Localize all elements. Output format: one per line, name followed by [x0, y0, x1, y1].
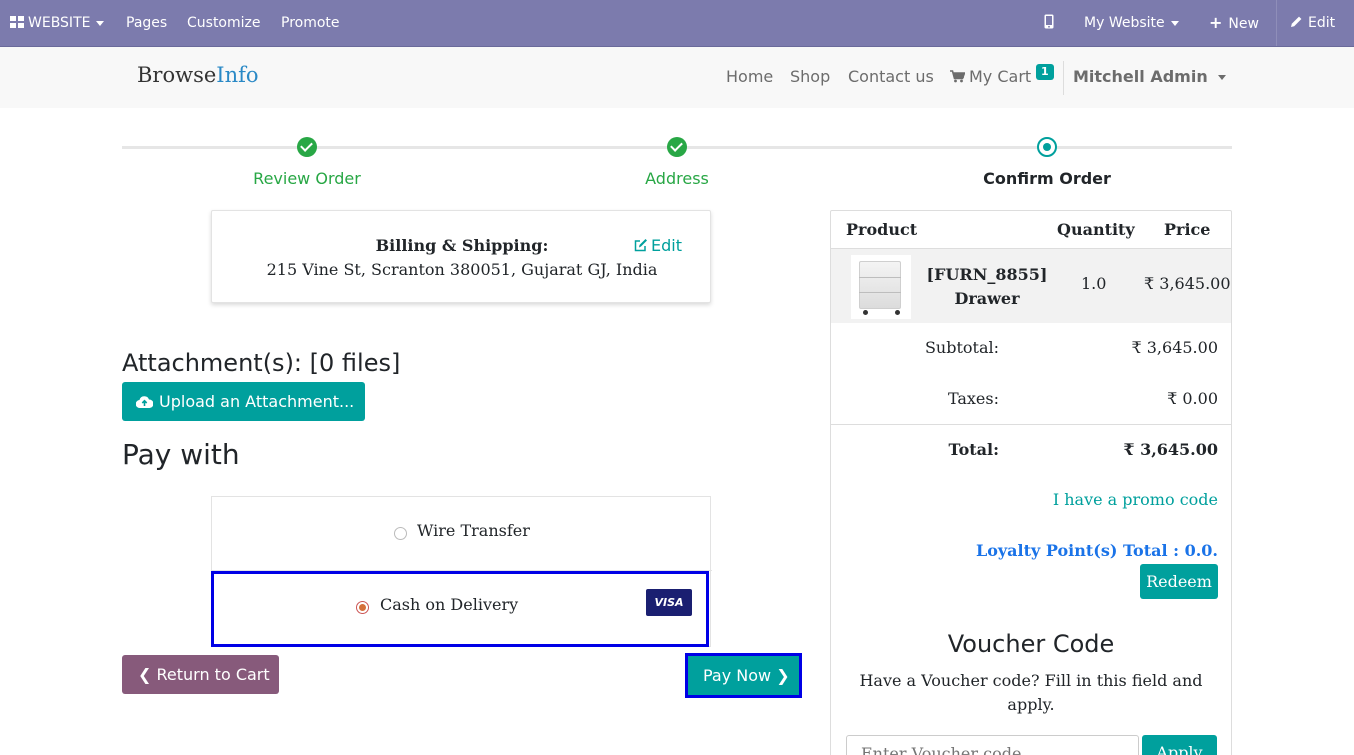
- user-menu[interactable]: Mitchell Admin: [1073, 67, 1226, 86]
- promote-menu[interactable]: Promote: [281, 0, 340, 46]
- return-to-cart-button[interactable]: ❮ Return to Cart: [122, 655, 279, 694]
- wire-transfer-label: Wire Transfer: [417, 521, 530, 540]
- return-to-cart-label: Return to Cart: [156, 665, 270, 684]
- admin-bar: WEBSITE Pages Customize Promote My Websi…: [0, 0, 1354, 46]
- chevron-down-icon: [96, 20, 105, 26]
- product-name[interactable]: [FURN_8855] Drawer: [926, 263, 1048, 311]
- taxes-label: Taxes:: [947, 389, 999, 408]
- billing-shipping-card: Billing & Shipping: Edit 215 Vine St, Sc…: [211, 210, 711, 303]
- loyalty-points-total: Loyalty Point(s) Total : 0.0.: [975, 541, 1218, 560]
- step-review-order[interactable]: Review Order: [207, 169, 407, 188]
- product-quantity: 1.0: [1081, 274, 1107, 293]
- cloud-upload-icon: [136, 396, 153, 408]
- drawer-image-wheel: [863, 310, 868, 315]
- chevron-down-icon: [1170, 20, 1179, 26]
- nav-contact[interactable]: Contact us: [848, 67, 934, 86]
- wire-transfer-radio[interactable]: [394, 527, 407, 540]
- total-label: Total:: [948, 440, 999, 459]
- payment-option-cash-on-delivery[interactable]: Cash on Delivery VISA: [211, 571, 709, 647]
- site-logo[interactable]: BrowseInfo: [137, 63, 259, 87]
- drawer-image-line: [859, 277, 901, 278]
- mobile-preview-button[interactable]: [1044, 0, 1054, 46]
- cart-count-badge: 1: [1036, 64, 1054, 80]
- subtotal-label: Subtotal:: [924, 338, 999, 357]
- order-summary-card: Product Quantity Price [FURN_8855] Drawe…: [830, 210, 1232, 755]
- nav-home[interactable]: Home: [726, 67, 773, 86]
- edit-square-icon: [634, 239, 647, 252]
- new-label: New: [1228, 16, 1259, 32]
- voucher-title: Voucher Code: [947, 630, 1115, 658]
- edit-label: Edit: [1308, 15, 1336, 31]
- step-address[interactable]: Address: [577, 169, 777, 188]
- logo-info: Info: [216, 63, 259, 87]
- website-menu[interactable]: WEBSITE: [10, 0, 105, 46]
- cash-on-delivery-label: Cash on Delivery: [380, 595, 519, 614]
- pages-menu[interactable]: Pages: [126, 0, 167, 46]
- chevron-left-icon: ❮: [138, 665, 152, 684]
- step-confirm-order: Confirm Order: [983, 169, 1111, 188]
- chevron-right-icon: ❯: [776, 666, 790, 685]
- taxes-value: ₹ 0.00: [1167, 389, 1218, 408]
- step-review-check-icon: [297, 137, 317, 157]
- apply-voucher-button[interactable]: Apply: [1142, 735, 1217, 755]
- subtotal-value: ₹ 3,645.00: [1131, 338, 1218, 357]
- nav-cart[interactable]: My Cart: [950, 67, 1031, 86]
- edit-button[interactable]: Edit: [1290, 0, 1335, 46]
- attachments-title: Attachment(s): [0 files]: [122, 349, 401, 377]
- col-header-product: Product: [846, 220, 918, 239]
- payment-options: Wire Transfer Cash on Delivery VISA: [211, 496, 712, 647]
- chevron-down-icon: [1217, 75, 1226, 80]
- user-name: Mitchell Admin: [1073, 67, 1208, 86]
- nav-shop[interactable]: Shop: [790, 67, 830, 86]
- drawer-image-line: [859, 292, 901, 293]
- my-website-label: My Website: [1084, 15, 1165, 31]
- step-confirm-dot-icon: [1037, 137, 1057, 157]
- site-header: BrowseInfo Home Shop Contact us My Cart …: [0, 46, 1354, 108]
- nav-cart-label: My Cart: [969, 67, 1032, 86]
- pay-now-label: Pay Now: [703, 666, 772, 685]
- payment-option-wire-transfer[interactable]: Wire Transfer: [212, 497, 712, 571]
- website-menu-label: WEBSITE: [28, 15, 91, 31]
- promo-code-link[interactable]: I have a promo code: [1053, 490, 1218, 509]
- apps-grid-icon: [10, 16, 24, 28]
- voucher-code-input[interactable]: [846, 735, 1139, 755]
- nav-divider: [1063, 61, 1064, 95]
- product-price: ₹ 3,645.00: [1144, 274, 1231, 293]
- order-line-row: [FURN_8855] Drawer 1.0 ₹ 3,645.00: [831, 248, 1231, 323]
- drawer-image-wheel: [895, 310, 900, 315]
- mobile-phone-icon: [1044, 14, 1054, 29]
- upload-attachment-label: Upload an Attachment...: [159, 392, 355, 411]
- customize-menu[interactable]: Customize: [187, 0, 261, 46]
- upload-attachment-button[interactable]: Upload an Attachment...: [122, 382, 365, 421]
- admin-bar-divider: [1276, 0, 1277, 46]
- new-button[interactable]: + New: [1209, 0, 1259, 46]
- billing-edit-label: Edit: [651, 236, 682, 255]
- product-image[interactable]: [851, 255, 911, 319]
- shopping-cart-icon: [950, 70, 966, 83]
- my-website-menu[interactable]: My Website: [1084, 0, 1179, 46]
- pencil-icon: [1291, 16, 1302, 27]
- billing-edit-link[interactable]: Edit: [634, 236, 682, 255]
- logo-browse: Browse: [137, 63, 217, 87]
- col-header-quantity: Quantity: [1057, 220, 1135, 239]
- plus-icon: +: [1209, 13, 1223, 32]
- total-value: ₹ 3,645.00: [1123, 440, 1218, 459]
- total-divider: [831, 424, 1231, 425]
- redeem-button[interactable]: Redeem: [1140, 564, 1218, 599]
- col-header-price: Price: [1164, 220, 1211, 239]
- pay-now-button[interactable]: Pay Now ❯: [685, 653, 802, 698]
- step-address-check-icon: [667, 137, 687, 157]
- cash-on-delivery-radio[interactable]: [356, 601, 369, 614]
- pay-with-title: Pay with: [122, 438, 240, 471]
- billing-address: 215 Vine St, Scranton 380051, Gujarat GJ…: [266, 260, 658, 279]
- voucher-description: Have a Voucher code? Fill in this field …: [859, 671, 1203, 714]
- drawer-image-body: [859, 261, 901, 309]
- visa-card-icon: VISA: [646, 589, 692, 616]
